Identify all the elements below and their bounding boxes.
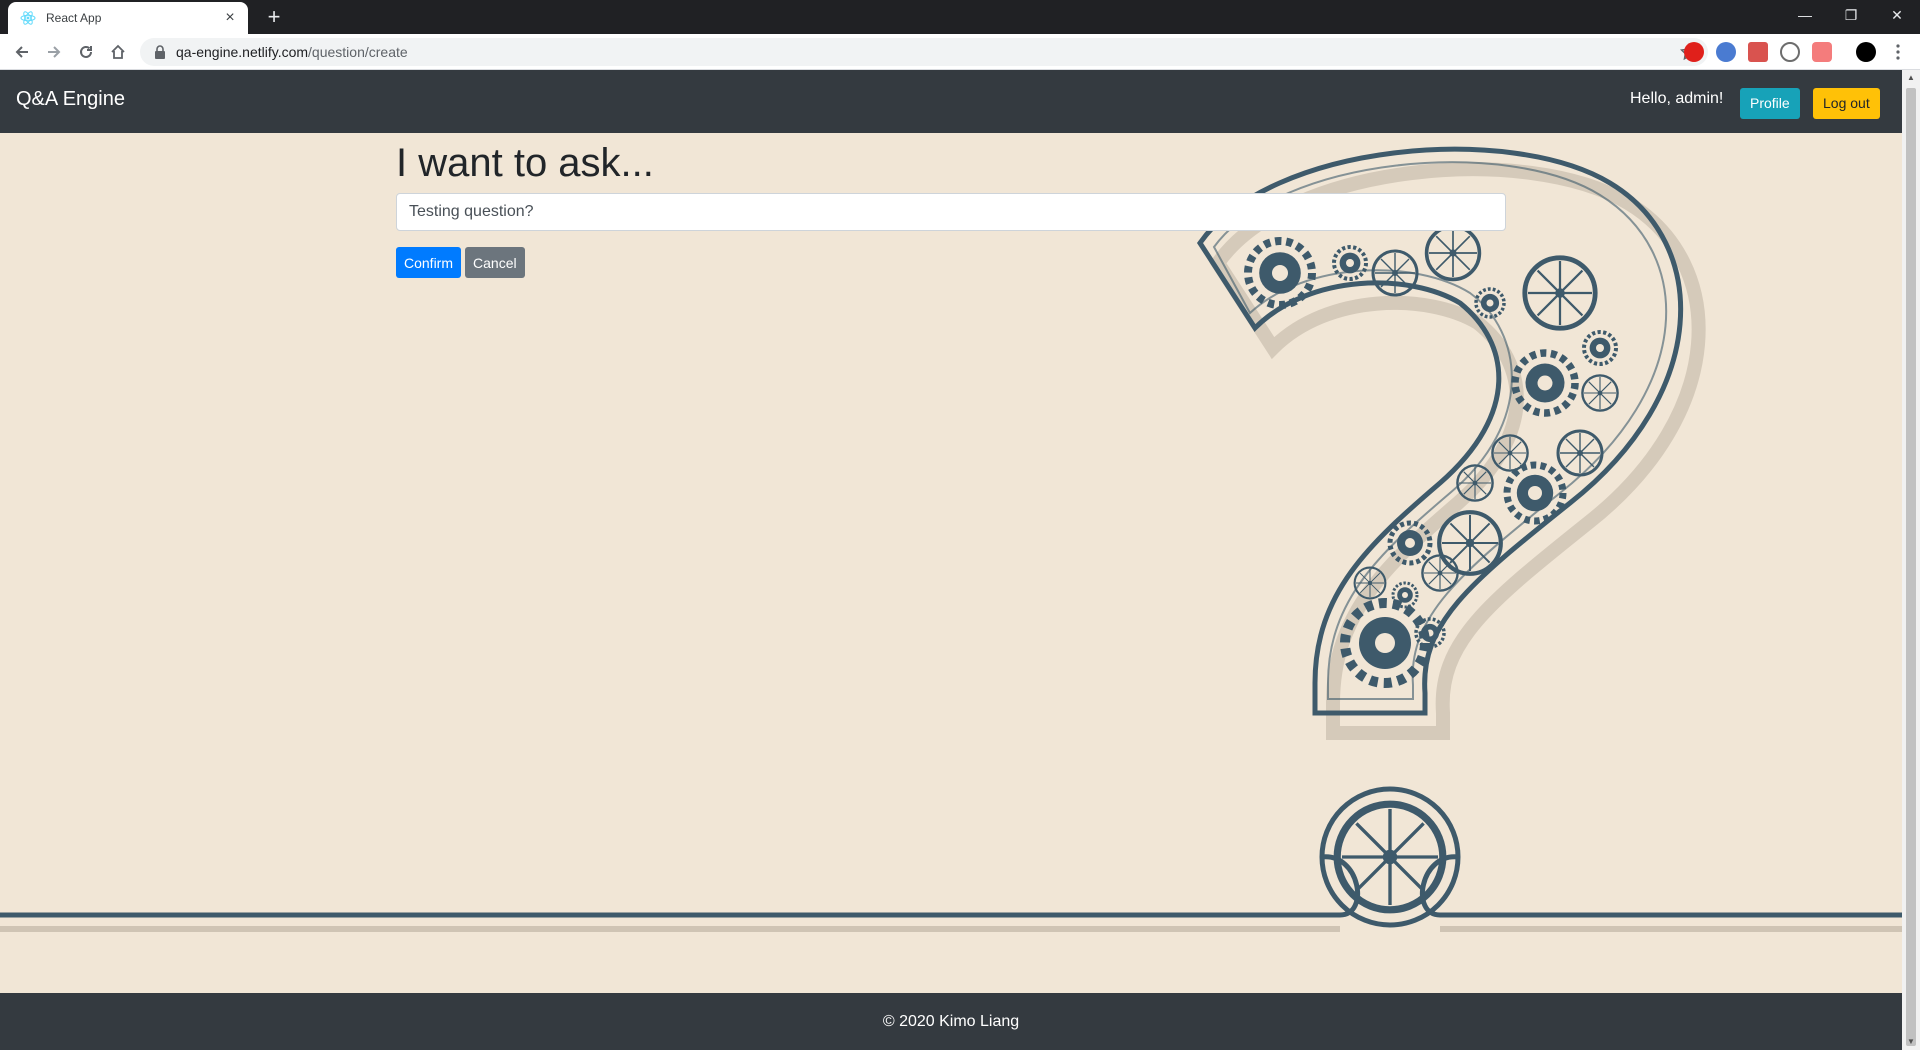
reload-icon[interactable]	[72, 38, 100, 66]
url-host: qa-engine.netlify.com	[176, 44, 309, 60]
minimize-icon[interactable]: —	[1782, 0, 1828, 30]
close-window-icon[interactable]: ✕	[1874, 0, 1920, 30]
cancel-button[interactable]: Cancel	[465, 247, 525, 278]
home-icon[interactable]	[104, 38, 132, 66]
restore-icon[interactable]: ❐	[1828, 0, 1874, 30]
page-footer: © 2020 Kimo Liang	[0, 993, 1902, 1050]
url-path: /question/create	[308, 44, 408, 60]
browser-toolbar: qa-engine.netlify.com/question/create	[0, 34, 1920, 70]
logout-button[interactable]: Log out	[1813, 88, 1880, 119]
page-title: I want to ask...	[396, 141, 654, 185]
confirm-button[interactable]: Confirm	[396, 247, 462, 278]
profile-avatar-icon[interactable]	[1856, 42, 1876, 62]
user-greeting: Hello, admin!	[1630, 90, 1724, 107]
cast-extension-icon[interactable]	[1748, 42, 1768, 62]
react-logo-icon	[20, 11, 36, 25]
scroll-down-icon[interactable]: ▼	[1902, 1034, 1920, 1050]
browser-tab[interactable]: React App ×	[8, 2, 248, 34]
tab-title: React App	[46, 11, 102, 25]
copyright-text: © 2020 Kimo Liang	[882, 1012, 1020, 1030]
share-extension-icon[interactable]	[1812, 42, 1832, 62]
scroll-up-icon[interactable]: ▲	[1902, 70, 1920, 86]
new-tab-icon[interactable]: +	[262, 6, 286, 30]
browser-menu-icon[interactable]	[1884, 38, 1912, 66]
address-bar[interactable]: qa-engine.netlify.com/question/create	[140, 38, 1708, 66]
lock-icon	[155, 45, 165, 59]
form-actions: Confirm Cancel	[396, 247, 1506, 278]
browser-tab-bar: React App × + — ❐ ✕	[0, 0, 1920, 34]
translate-extension-icon[interactable]	[1716, 42, 1736, 62]
scrollbar-thumb[interactable]	[1906, 88, 1916, 1046]
tab-close-icon[interactable]: ×	[222, 10, 238, 26]
back-icon[interactable]	[8, 38, 36, 66]
brand-title[interactable]: Q&A Engine	[16, 88, 125, 111]
profile-button[interactable]: Profile	[1740, 88, 1800, 119]
page-scrollbar[interactable]: ▲ ▼	[1902, 70, 1920, 1050]
opera-extension-icon[interactable]	[1684, 42, 1704, 62]
ask-question-form: I want to ask... Confirm Cancel	[396, 133, 1506, 278]
app-navbar: Q&A Engine Hello, admin! Profile Log out	[0, 70, 1902, 133]
forward-icon[interactable]	[40, 38, 68, 66]
info-extension-icon[interactable]	[1780, 42, 1800, 62]
question-input[interactable]	[396, 193, 1506, 231]
